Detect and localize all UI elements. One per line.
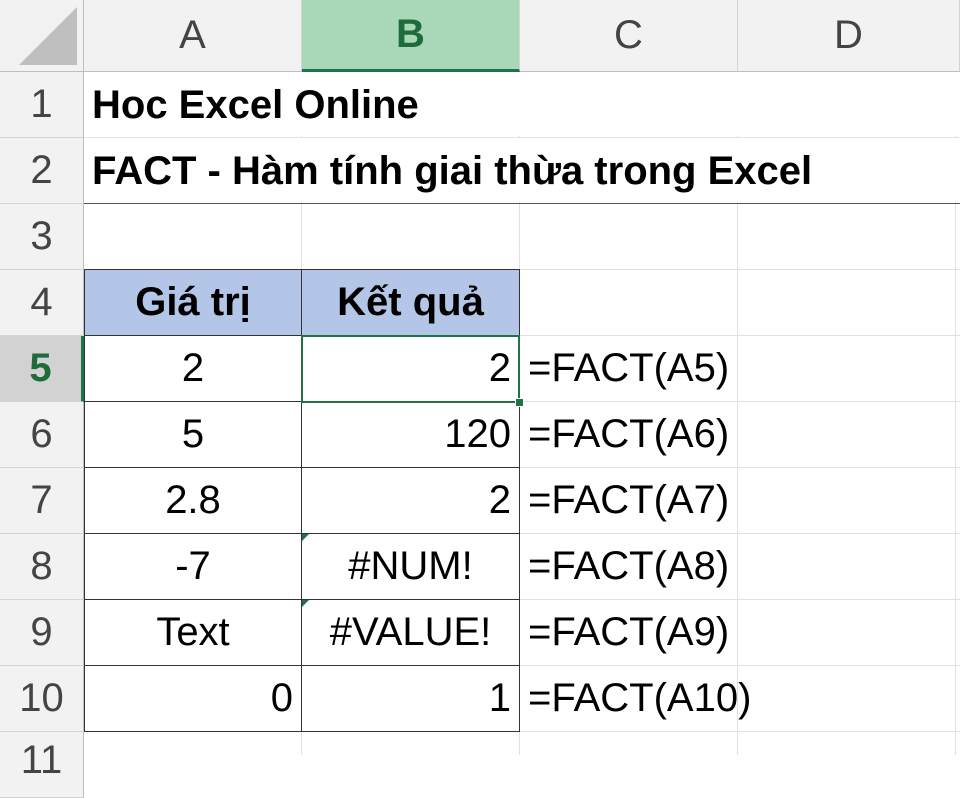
formula-text[interactable]: =FACT(A10) bbox=[520, 665, 780, 731]
row-header-7[interactable]: 7 bbox=[0, 468, 84, 534]
row-header-4[interactable]: 4 bbox=[0, 270, 84, 336]
sheet-title[interactable]: Hoc Excel Online bbox=[84, 72, 954, 138]
column-header-a[interactable]: A bbox=[84, 0, 302, 72]
row-header-2[interactable]: 2 bbox=[0, 138, 84, 204]
formula-text[interactable]: =FACT(A9) bbox=[520, 599, 780, 665]
column-header-c[interactable]: C bbox=[520, 0, 738, 72]
table-cell-result[interactable]: 120 bbox=[301, 401, 520, 468]
row-header-6[interactable]: 6 bbox=[0, 402, 84, 468]
formula-text[interactable]: =FACT(A7) bbox=[520, 467, 780, 533]
table-cell-value[interactable]: Text bbox=[84, 599, 302, 666]
formula-text[interactable]: =FACT(A6) bbox=[520, 401, 780, 467]
sheet-subtitle[interactable]: FACT - Hàm tính giai thừa trong Excel bbox=[84, 138, 954, 204]
row-header-11[interactable]: 11 bbox=[0, 732, 84, 798]
table-cell-result[interactable]: #VALUE! bbox=[301, 599, 520, 666]
table-cell-value[interactable]: 0 bbox=[84, 665, 302, 732]
table-cell-value[interactable]: 2.8 bbox=[84, 467, 302, 534]
column-header-d[interactable]: D bbox=[738, 0, 960, 72]
fill-handle[interactable] bbox=[515, 398, 524, 407]
active-cell-selection bbox=[301, 335, 520, 403]
row-header-8[interactable]: 8 bbox=[0, 534, 84, 600]
select-all-button[interactable] bbox=[0, 0, 84, 72]
select-all-triangle-icon bbox=[19, 7, 77, 65]
error-indicator-icon[interactable] bbox=[302, 534, 309, 541]
formula-text[interactable]: =FACT(A5) bbox=[520, 335, 780, 401]
table-cell-result[interactable]: #NUM! bbox=[301, 533, 520, 600]
row-header-5[interactable]: 5 bbox=[0, 336, 84, 402]
row-header-1[interactable]: 1 bbox=[0, 72, 84, 138]
table-header-value[interactable]: Giá trị bbox=[84, 269, 302, 336]
spreadsheet-grid: A B C D 1 2 3 4 5 6 7 8 9 10 11 Hoc Exce… bbox=[0, 0, 960, 798]
formula-text[interactable]: =FACT(A8) bbox=[520, 533, 780, 599]
error-indicator-icon[interactable] bbox=[302, 600, 309, 607]
table-cell-result[interactable]: 2 bbox=[301, 467, 520, 534]
row-header-3[interactable]: 3 bbox=[0, 204, 84, 270]
row-header-10[interactable]: 10 bbox=[0, 666, 84, 732]
table-cell-value[interactable]: -7 bbox=[84, 533, 302, 600]
table-cell-value[interactable]: 2 bbox=[84, 335, 302, 402]
table-cell-result[interactable]: 1 bbox=[301, 665, 520, 732]
row-header-9[interactable]: 9 bbox=[0, 600, 84, 666]
column-header-b[interactable]: B bbox=[302, 0, 520, 72]
table-cell-value[interactable]: 5 bbox=[84, 401, 302, 468]
table-header-result[interactable]: Kết quả bbox=[301, 269, 520, 336]
